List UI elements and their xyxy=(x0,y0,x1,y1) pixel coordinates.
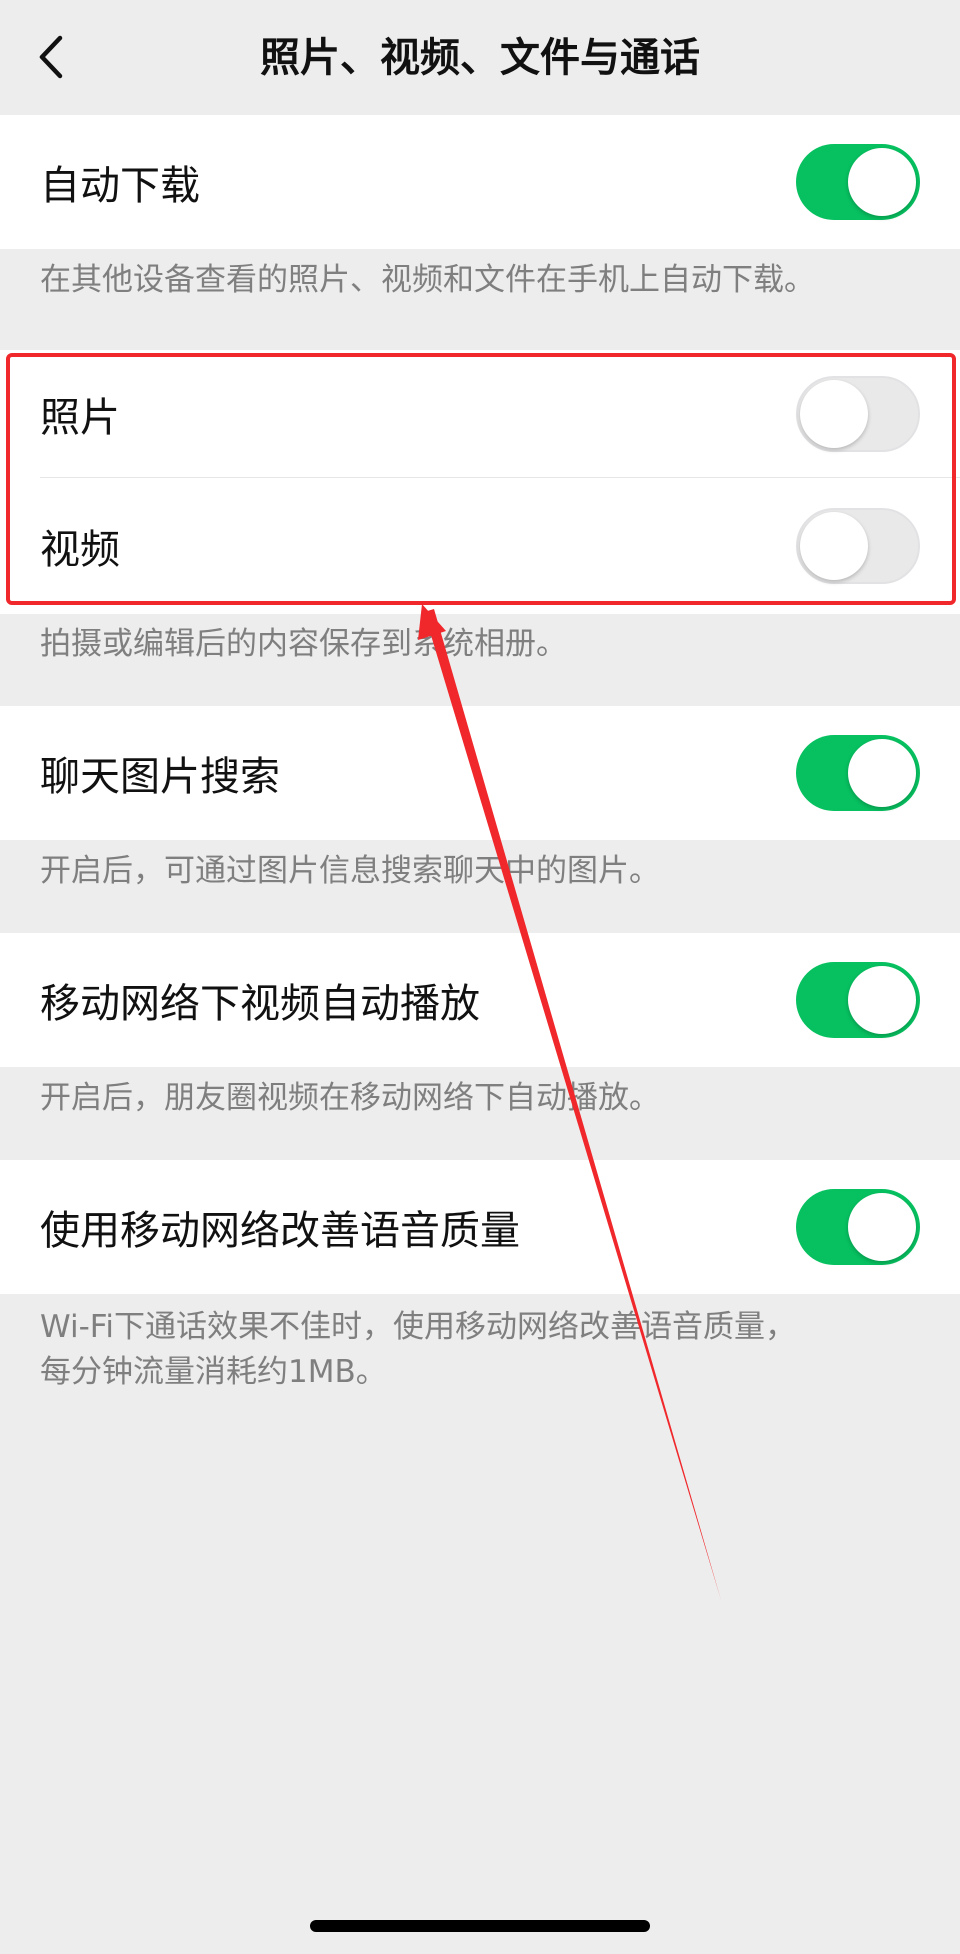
auto-download-row: 自动下载 xyxy=(0,115,960,249)
toggle-knob xyxy=(848,966,916,1034)
chat-image-search-toggle[interactable] xyxy=(796,735,920,811)
videos-toggle[interactable] xyxy=(796,508,920,584)
auto-download-footnote: 在其他设备查看的照片、视频和文件在手机上自动下载。 xyxy=(40,262,815,298)
auto-download-label: 自动下载 xyxy=(40,163,200,209)
photos-label: 照片 xyxy=(40,395,120,441)
chat-image-search-row: 聊天图片搜索 xyxy=(0,706,960,840)
videos-label: 视频 xyxy=(40,527,120,573)
voice-quality-footnote-line-2: 每分钟流量消耗约1MB。 xyxy=(40,1354,387,1390)
voice-quality-footnote-line-1: Wi-Fi下通话效果不佳时，使用移动网络改善语音质量， xyxy=(40,1309,796,1345)
photos-row: 照片 xyxy=(0,350,960,478)
voice-quality-label: 使用移动网络改善语音质量 xyxy=(40,1208,520,1254)
toggle-knob xyxy=(800,512,868,580)
voice-quality-footnote: Wi-Fi下通话效果不佳时，使用移动网络改善语音质量， 每分钟流量消耗约1MB。 xyxy=(40,1305,920,1395)
auto-download-toggle[interactable] xyxy=(796,144,920,220)
toggle-knob xyxy=(800,380,868,448)
toggle-knob xyxy=(848,739,916,807)
home-indicator xyxy=(310,1920,650,1932)
toggle-knob xyxy=(848,1193,916,1261)
videos-row: 视频 xyxy=(0,478,960,614)
photos-toggle[interactable] xyxy=(796,376,920,452)
mobile-autoplay-row: 移动网络下视频自动播放 xyxy=(0,933,960,1067)
voice-quality-row: 使用移动网络改善语音质量 xyxy=(0,1160,960,1294)
page-title: 照片、视频、文件与通话 xyxy=(260,35,700,81)
chat-image-search-footnote: 开启后，可通过图片信息搜索聊天中的图片。 xyxy=(40,853,660,889)
navigation-bar: 照片、视频、文件与通话 xyxy=(0,0,960,115)
mobile-autoplay-footnote: 开启后，朋友圈视频在移动网络下自动播放。 xyxy=(40,1080,660,1116)
mobile-autoplay-label: 移动网络下视频自动播放 xyxy=(40,981,480,1027)
voice-quality-toggle[interactable] xyxy=(796,1189,920,1265)
toggle-knob xyxy=(848,148,916,216)
save-to-album-footnote: 拍摄或编辑后的内容保存到系统相册。 xyxy=(40,626,567,662)
mobile-autoplay-toggle[interactable] xyxy=(796,962,920,1038)
chat-image-search-label: 聊天图片搜索 xyxy=(40,754,280,800)
